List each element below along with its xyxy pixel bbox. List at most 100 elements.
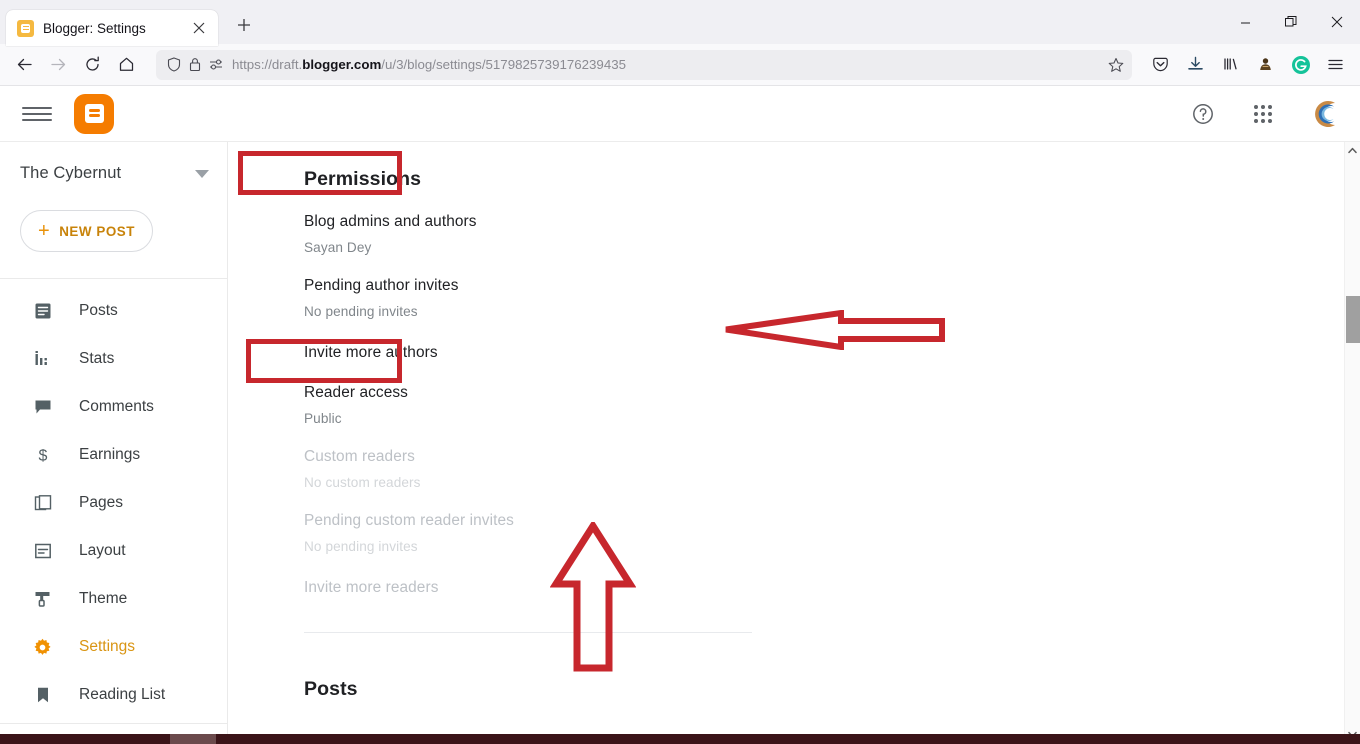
sidebar-item-pages[interactable]: Pages — [0, 479, 227, 527]
app-menu-icon[interactable] — [1319, 49, 1352, 81]
window-controls — [1222, 0, 1360, 44]
new-tab-button[interactable] — [228, 9, 260, 41]
setting-value: Public — [304, 411, 342, 426]
url-domain: blogger.com — [302, 57, 382, 72]
scroll-thumb[interactable] — [1345, 296, 1360, 343]
scroll-track[interactable] — [1345, 159, 1360, 726]
invite-more-readers-link: Invite more readers — [304, 579, 439, 596]
sidebar-nav: Posts Stats Comments $ Earnings Pages La… — [0, 279, 227, 719]
setting-row-reader-access[interactable]: Reader access Public — [304, 384, 1360, 426]
shield-icon[interactable] — [167, 57, 181, 72]
library-icon[interactable] — [1214, 49, 1247, 81]
setting-value: No custom readers — [304, 475, 421, 490]
extension-icon[interactable] — [1249, 49, 1282, 81]
sidebar-item-label: Theme — [79, 590, 128, 607]
sidebar-item-reading-list[interactable]: Reading List — [0, 671, 227, 719]
setting-row-custom-readers: Custom readers No custom readers — [304, 448, 1360, 490]
sidebar-item-label: Posts — [79, 302, 118, 319]
bottom-strip-segment — [170, 734, 216, 744]
user-avatar[interactable] — [1308, 96, 1342, 131]
bottom-strip — [0, 734, 1360, 744]
reload-icon[interactable] — [76, 49, 108, 81]
google-apps-icon[interactable] — [1248, 99, 1278, 129]
sidebar-item-label: Reading List — [79, 686, 166, 703]
pages-icon — [32, 493, 53, 514]
vertical-scrollbar[interactable] — [1344, 142, 1360, 743]
setting-label: Custom readers — [304, 448, 415, 465]
tab-title: Blogger: Settings — [43, 20, 146, 36]
restore-icon[interactable] — [1268, 0, 1314, 44]
setting-row-pending-custom-reader-invites: Pending custom reader invites No pending… — [304, 512, 1360, 554]
theme-brush-icon — [32, 589, 53, 610]
sidebar-item-layout[interactable]: Layout — [0, 527, 227, 575]
setting-value: No pending invites — [304, 304, 418, 319]
blog-name: The Cybernut — [20, 164, 122, 182]
browser-toolbar-icons — [1144, 49, 1352, 81]
app-header — [0, 86, 1360, 142]
address-bar[interactable]: https://draft.blogger.com/u/3/blog/setti… — [156, 49, 1132, 80]
comments-icon — [32, 397, 53, 418]
back-arrow-icon[interactable] — [8, 49, 40, 81]
settings-content: Permissions Blog admins and authors Saya… — [228, 142, 1360, 743]
browser-navigation-bar: https://draft.blogger.com/u/3/blog/setti… — [0, 44, 1360, 86]
invite-more-authors-link[interactable]: Invite more authors — [304, 344, 1360, 362]
sidebar-item-label: Stats — [79, 350, 115, 367]
plus-icon: + — [37, 220, 51, 242]
lock-icon[interactable] — [189, 57, 201, 72]
setting-row-blog-admins[interactable]: Blog admins and authors Sayan Dey — [304, 213, 1360, 255]
sidebar-bottom-divider — [0, 723, 227, 724]
url-prefix: https://draft. — [232, 57, 303, 72]
section-divider — [304, 632, 752, 633]
setting-value: Sayan Dey — [304, 240, 372, 255]
blogger-favicon-icon — [17, 19, 34, 37]
sidebar-item-label: Settings — [79, 638, 136, 655]
setting-row-pending-author-invites[interactable]: Pending author invites No pending invite… — [304, 277, 1360, 319]
hamburger-menu-icon[interactable] — [22, 99, 52, 129]
stats-icon — [32, 349, 53, 370]
new-post-label: NEW POST — [59, 223, 136, 239]
blog-switcher[interactable]: The Cybernut — [0, 142, 227, 183]
svg-text:$: $ — [38, 448, 47, 465]
permissions-section: Permissions Blog admins and authors Saya… — [228, 142, 1360, 701]
page-title: Permissions — [304, 168, 422, 190]
window-close-icon[interactable] — [1314, 0, 1360, 44]
new-post-button[interactable]: + NEW POST — [20, 210, 153, 252]
grammarly-icon[interactable] — [1284, 49, 1317, 81]
forward-arrow-icon[interactable] — [42, 49, 74, 81]
sidebar-item-label: Pages — [79, 494, 123, 511]
pocket-icon[interactable] — [1144, 49, 1177, 81]
sidebar-item-theme[interactable]: Theme — [0, 575, 227, 623]
sidebar-item-settings[interactable]: Settings — [0, 623, 227, 671]
star-icon[interactable] — [1108, 57, 1124, 73]
posts-section-title: Posts — [304, 678, 358, 700]
downloads-icon[interactable] — [1179, 49, 1212, 81]
earnings-dollar-icon: $ — [32, 445, 53, 466]
minimize-icon[interactable] — [1222, 0, 1268, 44]
help-icon[interactable] — [1188, 99, 1218, 129]
blogger-app: The Cybernut + NEW POST Posts Stats Comm… — [0, 86, 1360, 743]
sidebar-item-label: Layout — [79, 542, 126, 559]
browser-window: Blogger: Settings https://draft.blogger.… — [0, 0, 1360, 744]
browser-tab[interactable]: Blogger: Settings — [6, 10, 218, 46]
reading-list-bookmark-icon — [32, 685, 53, 706]
site-permissions-icon[interactable] — [209, 58, 224, 71]
sidebar-item-earnings[interactable]: $ Earnings — [0, 431, 227, 479]
sidebar-item-posts[interactable]: Posts — [0, 287, 227, 335]
close-icon[interactable] — [188, 17, 210, 39]
sidebar-item-comments[interactable]: Comments — [0, 383, 227, 431]
layout-icon — [32, 541, 53, 562]
setting-label: Pending custom reader invites — [304, 512, 514, 529]
sidebar-item-label: Earnings — [79, 446, 141, 463]
setting-value: No pending invites — [304, 539, 418, 554]
url-path: /u/3/blog/settings/5179825739176239435 — [381, 57, 627, 72]
settings-gear-icon — [32, 637, 53, 658]
chevron-down-icon[interactable] — [195, 169, 209, 178]
app-body: The Cybernut + NEW POST Posts Stats Comm… — [0, 142, 1360, 743]
sidebar-item-stats[interactable]: Stats — [0, 335, 227, 383]
scroll-up-icon[interactable] — [1345, 142, 1360, 159]
home-icon[interactable] — [110, 49, 142, 81]
url-text[interactable]: https://draft.blogger.com/u/3/blog/setti… — [232, 57, 1100, 72]
sidebar: The Cybernut + NEW POST Posts Stats Comm… — [0, 142, 228, 743]
blogger-logo[interactable] — [74, 93, 114, 134]
setting-label: Blog admins and authors — [304, 213, 477, 230]
